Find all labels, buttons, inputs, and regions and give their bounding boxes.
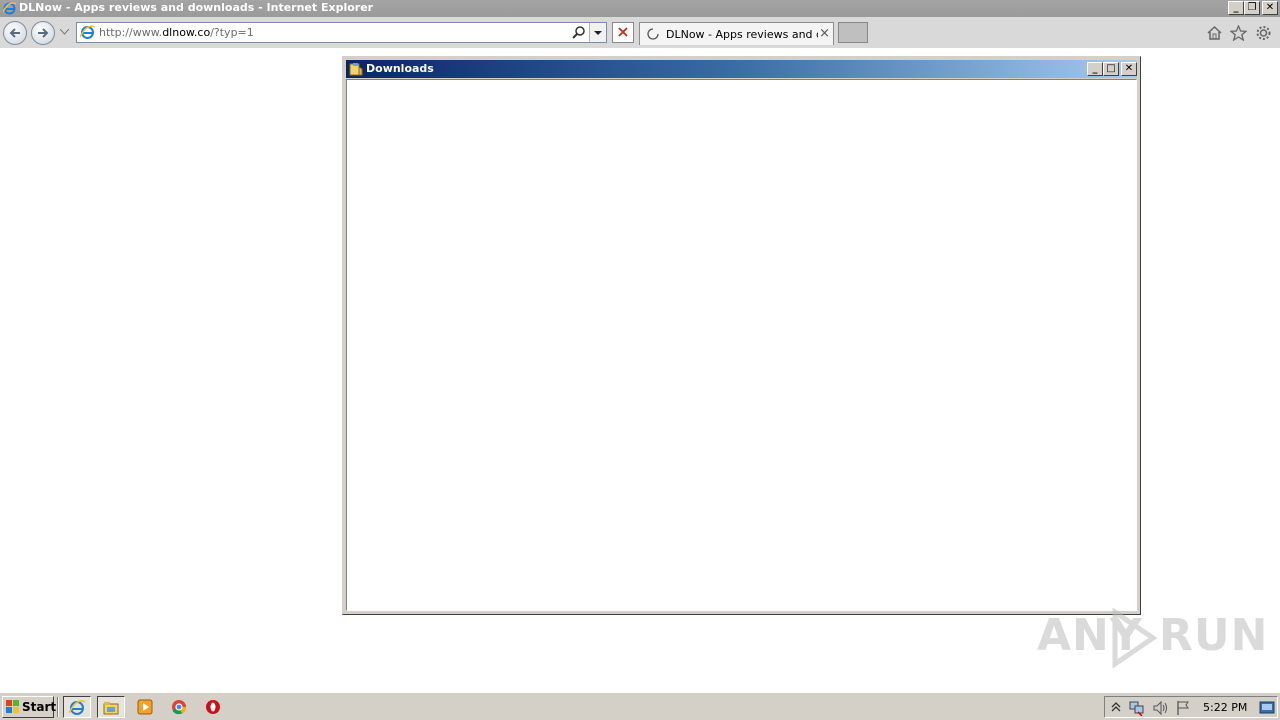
close-button[interactable]: ✕ bbox=[1262, 1, 1278, 15]
volume-icon[interactable] bbox=[1152, 700, 1168, 716]
forward-button[interactable] bbox=[31, 21, 55, 45]
gear-icon[interactable] bbox=[1255, 25, 1272, 41]
taskbar-opera-button[interactable] bbox=[200, 696, 228, 718]
taskbar-media-player-button[interactable] bbox=[132, 696, 160, 718]
window-title-bar: DLNow - Apps reviews and downloads - Int… bbox=[0, 0, 1280, 17]
downloads-title: Downloads bbox=[366, 62, 434, 75]
explorer-folder-icon bbox=[103, 702, 119, 715]
start-button[interactable]: Start bbox=[2, 696, 57, 718]
folder-icon bbox=[349, 63, 363, 76]
forward-arrow-icon bbox=[38, 28, 49, 38]
dialog-minimize-button[interactable]: _ bbox=[1087, 62, 1103, 76]
downloads-window: Downloads _ □ ✕ bbox=[342, 56, 1141, 615]
address-dropdown-button[interactable] bbox=[589, 23, 606, 42]
search-icon[interactable] bbox=[572, 25, 586, 39]
url-domain: dlnow.co bbox=[162, 26, 211, 39]
dialog-maximize-button[interactable]: □ bbox=[1103, 62, 1119, 76]
new-tab-button[interactable] bbox=[838, 22, 868, 43]
back-arrow-icon bbox=[9, 28, 20, 38]
taskbar: Start 5:22 PM bbox=[0, 692, 1280, 720]
dialog-close-button[interactable]: ✕ bbox=[1121, 62, 1137, 76]
favorites-star-icon[interactable] bbox=[1230, 25, 1247, 41]
system-tray: 5:22 PM bbox=[1104, 696, 1278, 718]
chrome-icon bbox=[172, 700, 186, 715]
taskbar-separator bbox=[57, 697, 59, 717]
downloads-title-bar[interactable]: Downloads _ □ ✕ bbox=[346, 60, 1137, 78]
play-logo-icon bbox=[1112, 608, 1157, 668]
address-url: http://www.dlnow.co/?typ=1 bbox=[99, 26, 254, 39]
browser-toolbar: http://www.dlnow.co/?typ=1 DLNow - Apps … bbox=[0, 17, 1280, 48]
clock[interactable]: 5:22 PM bbox=[1203, 701, 1247, 714]
url-suffix: /?typ=1 bbox=[210, 26, 254, 39]
opera-icon bbox=[206, 700, 220, 714]
start-label: Start bbox=[22, 700, 57, 714]
chevron-down-icon bbox=[594, 31, 602, 35]
taskbar-ie-button[interactable] bbox=[63, 696, 91, 718]
media-player-icon bbox=[137, 699, 153, 715]
desktop-icon[interactable] bbox=[1259, 700, 1275, 716]
page-icon bbox=[80, 25, 95, 39]
taskbar-explorer-button[interactable] bbox=[97, 696, 125, 718]
stop-button[interactable] bbox=[612, 22, 634, 43]
window-title: DLNow - Apps reviews and downloads - Int… bbox=[19, 1, 374, 14]
downloads-content bbox=[346, 79, 1137, 611]
address-bar[interactable]: http://www.dlnow.co/?typ=1 bbox=[76, 22, 607, 43]
flag-icon[interactable] bbox=[1175, 700, 1191, 716]
tab-close-icon[interactable]: × bbox=[819, 26, 830, 41]
url-prefix: http://www. bbox=[99, 26, 163, 39]
restore-button[interactable]: ❐ bbox=[1244, 1, 1260, 15]
history-dropdown-icon[interactable] bbox=[60, 29, 69, 35]
internet-explorer-icon bbox=[69, 700, 85, 715]
windows-logo-icon bbox=[6, 700, 19, 713]
home-icon[interactable] bbox=[1206, 25, 1223, 41]
watermark-text-right: RUN bbox=[1159, 610, 1269, 661]
internet-explorer-icon bbox=[3, 2, 16, 15]
chevron-up-icon[interactable] bbox=[1110, 700, 1122, 714]
loading-spinner-icon bbox=[647, 28, 659, 40]
tab-title: DLNow - Apps reviews and d... bbox=[666, 28, 818, 41]
minimize-button[interactable]: _ bbox=[1228, 1, 1244, 15]
browser-tab[interactable]: DLNow - Apps reviews and d... × bbox=[639, 22, 834, 45]
network-icon[interactable] bbox=[1129, 700, 1145, 716]
stop-icon bbox=[618, 27, 628, 37]
taskbar-chrome-button[interactable] bbox=[166, 696, 194, 718]
back-button[interactable] bbox=[3, 21, 27, 45]
